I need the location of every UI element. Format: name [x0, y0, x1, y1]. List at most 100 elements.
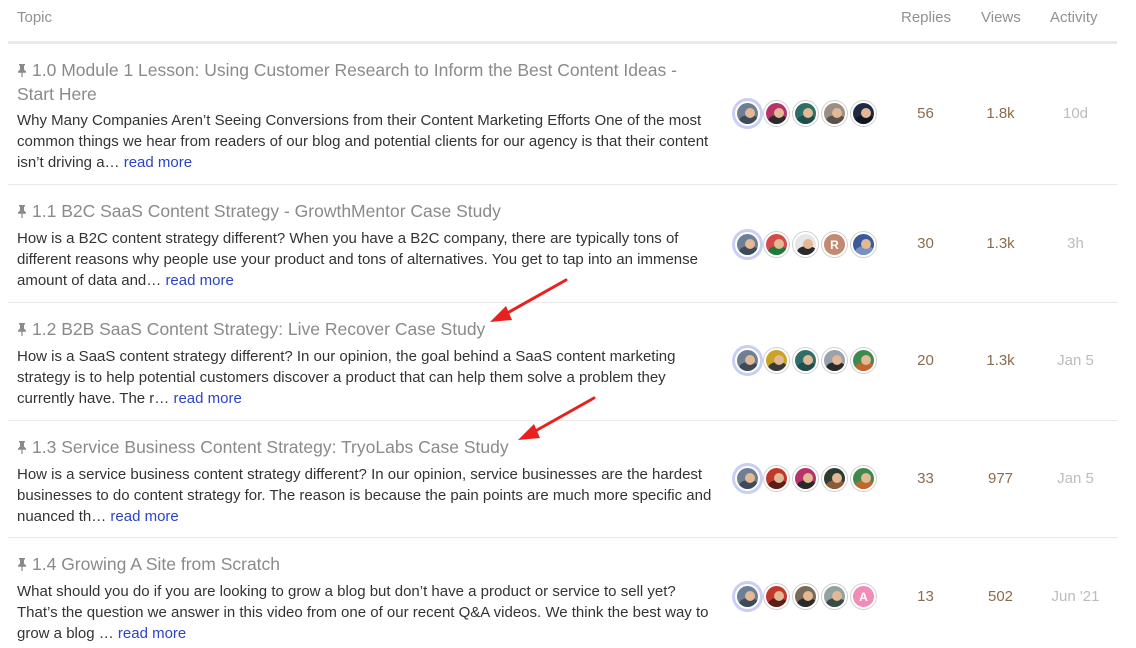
avatar-face [773, 473, 784, 483]
poster-avatar[interactable] [764, 348, 789, 373]
column-header-topic[interactable]: Topic [17, 9, 52, 26]
topic-replies-count: 33 [917, 470, 934, 487]
poster-avatar[interactable] [764, 232, 789, 257]
topic-title-text: 1.0 Module 1 Lesson: Using Customer Rese… [17, 60, 677, 104]
topic-posters: A [735, 584, 876, 609]
avatar-face [860, 239, 871, 249]
poster-avatar[interactable] [822, 466, 847, 491]
poster-avatar[interactable]: A [851, 584, 876, 609]
topic-posters [735, 466, 876, 491]
avatar-face [860, 108, 871, 118]
topic-activity-link[interactable]: Jan 5 [1038, 352, 1113, 369]
topic-views-count: 502 [987, 588, 1014, 605]
topic-excerpt: Why Many Companies Aren’t Seeing Convers… [17, 110, 717, 173]
avatar-face [802, 473, 813, 483]
topic-title-link[interactable]: 1.1 B2C SaaS Content Strategy - GrowthMe… [17, 199, 707, 223]
read-more-link[interactable]: read more [124, 154, 192, 171]
topic-views-count: 1.8k [986, 105, 1015, 122]
topic-row: 1.2 B2B SaaS Content Strategy: Live Reco… [8, 303, 1117, 421]
poster-avatar[interactable] [822, 584, 847, 609]
avatar-face [744, 591, 755, 601]
topic-activity-link[interactable]: 3h [1038, 235, 1113, 252]
poster-avatar[interactable] [793, 584, 818, 609]
topic-title-text: 1.4 Growing A Site from Scratch [32, 554, 281, 574]
topic-row: 1.3 Service Business Content Strategy: T… [8, 421, 1117, 538]
topic-activity-link[interactable]: 10d [1038, 105, 1113, 122]
topic-replies-count: 20 [917, 352, 934, 369]
poster-avatar[interactable] [851, 232, 876, 257]
poster-avatar[interactable] [851, 466, 876, 491]
poster-avatar[interactable] [764, 101, 789, 126]
avatar-face [744, 473, 755, 483]
poster-avatar[interactable] [735, 584, 760, 609]
topic-list: Topic Replies Views Activity 1.0 Module … [8, 0, 1117, 648]
topic-views-count: 977 [987, 470, 1014, 487]
poster-avatar[interactable]: R [822, 232, 847, 257]
topic-excerpt: How is a B2C content strategy different?… [17, 228, 717, 291]
column-header-views[interactable]: Views [981, 9, 1021, 26]
avatar-face [831, 355, 842, 365]
read-more-link[interactable]: read more [118, 625, 186, 642]
poster-avatar[interactable] [793, 101, 818, 126]
avatar-face [802, 355, 813, 365]
topic-excerpt-text: How is a SaaS content strategy different… [17, 348, 676, 407]
topic-title-link[interactable]: 1.3 Service Business Content Strategy: T… [17, 435, 707, 459]
avatar-letter: A [859, 589, 868, 604]
poster-avatar[interactable] [793, 348, 818, 373]
avatar-face [860, 355, 871, 365]
topic-views-count: 1.3k [986, 235, 1015, 252]
poster-avatar[interactable] [735, 348, 760, 373]
topic-excerpt-text: Why Many Companies Aren’t Seeing Convers… [17, 112, 709, 171]
topic-list-header: Topic Replies Views Activity [8, 0, 1117, 44]
topic-row: 1.0 Module 1 Lesson: Using Customer Rese… [8, 44, 1117, 185]
poster-avatar[interactable] [822, 348, 847, 373]
topic-activity-link[interactable]: Jun '21 [1038, 588, 1113, 605]
avatar-face [802, 239, 813, 249]
topic-views-count: 1.3k [986, 352, 1015, 369]
avatar-face [773, 239, 784, 249]
avatar-face [744, 239, 755, 249]
pin-icon [18, 205, 26, 218]
poster-avatar[interactable] [793, 466, 818, 491]
poster-avatar[interactable] [735, 232, 760, 257]
poster-avatar[interactable] [764, 466, 789, 491]
topic-title-text: 1.1 B2C SaaS Content Strategy - GrowthMe… [32, 201, 501, 221]
poster-avatar[interactable] [793, 232, 818, 257]
avatar-face [773, 108, 784, 118]
topic-title-link[interactable]: 1.2 B2B SaaS Content Strategy: Live Reco… [17, 317, 707, 341]
read-more-link[interactable]: read more [165, 272, 233, 289]
avatar-face [831, 108, 842, 118]
topic-activity-link[interactable]: Jan 5 [1038, 470, 1113, 487]
avatar-face [831, 473, 842, 483]
poster-avatar[interactable] [851, 348, 876, 373]
avatar-face [744, 108, 755, 118]
pin-icon [18, 558, 26, 571]
pin-icon [18, 323, 26, 336]
topic-excerpt: How is a service business content strate… [17, 464, 717, 527]
topic-title-link[interactable]: 1.0 Module 1 Lesson: Using Customer Rese… [17, 58, 707, 106]
pin-icon [18, 441, 26, 454]
topic-excerpt-text: How is a B2C content strategy different?… [17, 230, 698, 289]
avatar-face [773, 591, 784, 601]
poster-avatar[interactable] [735, 101, 760, 126]
column-header-activity[interactable]: Activity [1050, 9, 1098, 26]
topic-title-link[interactable]: 1.4 Growing A Site from Scratch [17, 552, 707, 576]
topic-excerpt: What should you do if you are looking to… [17, 581, 717, 644]
poster-avatar[interactable] [822, 101, 847, 126]
topic-replies-count: 13 [917, 588, 934, 605]
poster-avatar[interactable] [764, 584, 789, 609]
pin-icon [18, 64, 26, 77]
topic-replies-count: 30 [917, 235, 934, 252]
avatar-face [744, 355, 755, 365]
poster-avatar[interactable] [735, 466, 760, 491]
read-more-link[interactable]: read more [110, 508, 178, 525]
topic-replies-count: 56 [917, 105, 934, 122]
topic-posters [735, 101, 876, 126]
topic-row: 1.1 B2C SaaS Content Strategy - GrowthMe… [8, 185, 1117, 303]
poster-avatar[interactable] [851, 101, 876, 126]
topic-excerpt: How is a SaaS content strategy different… [17, 346, 717, 409]
read-more-link[interactable]: read more [173, 390, 241, 407]
topic-row: 1.4 Growing A Site from Scratch What sho… [8, 538, 1117, 648]
topic-title-text: 1.2 B2B SaaS Content Strategy: Live Reco… [32, 319, 486, 339]
column-header-replies[interactable]: Replies [901, 9, 951, 26]
